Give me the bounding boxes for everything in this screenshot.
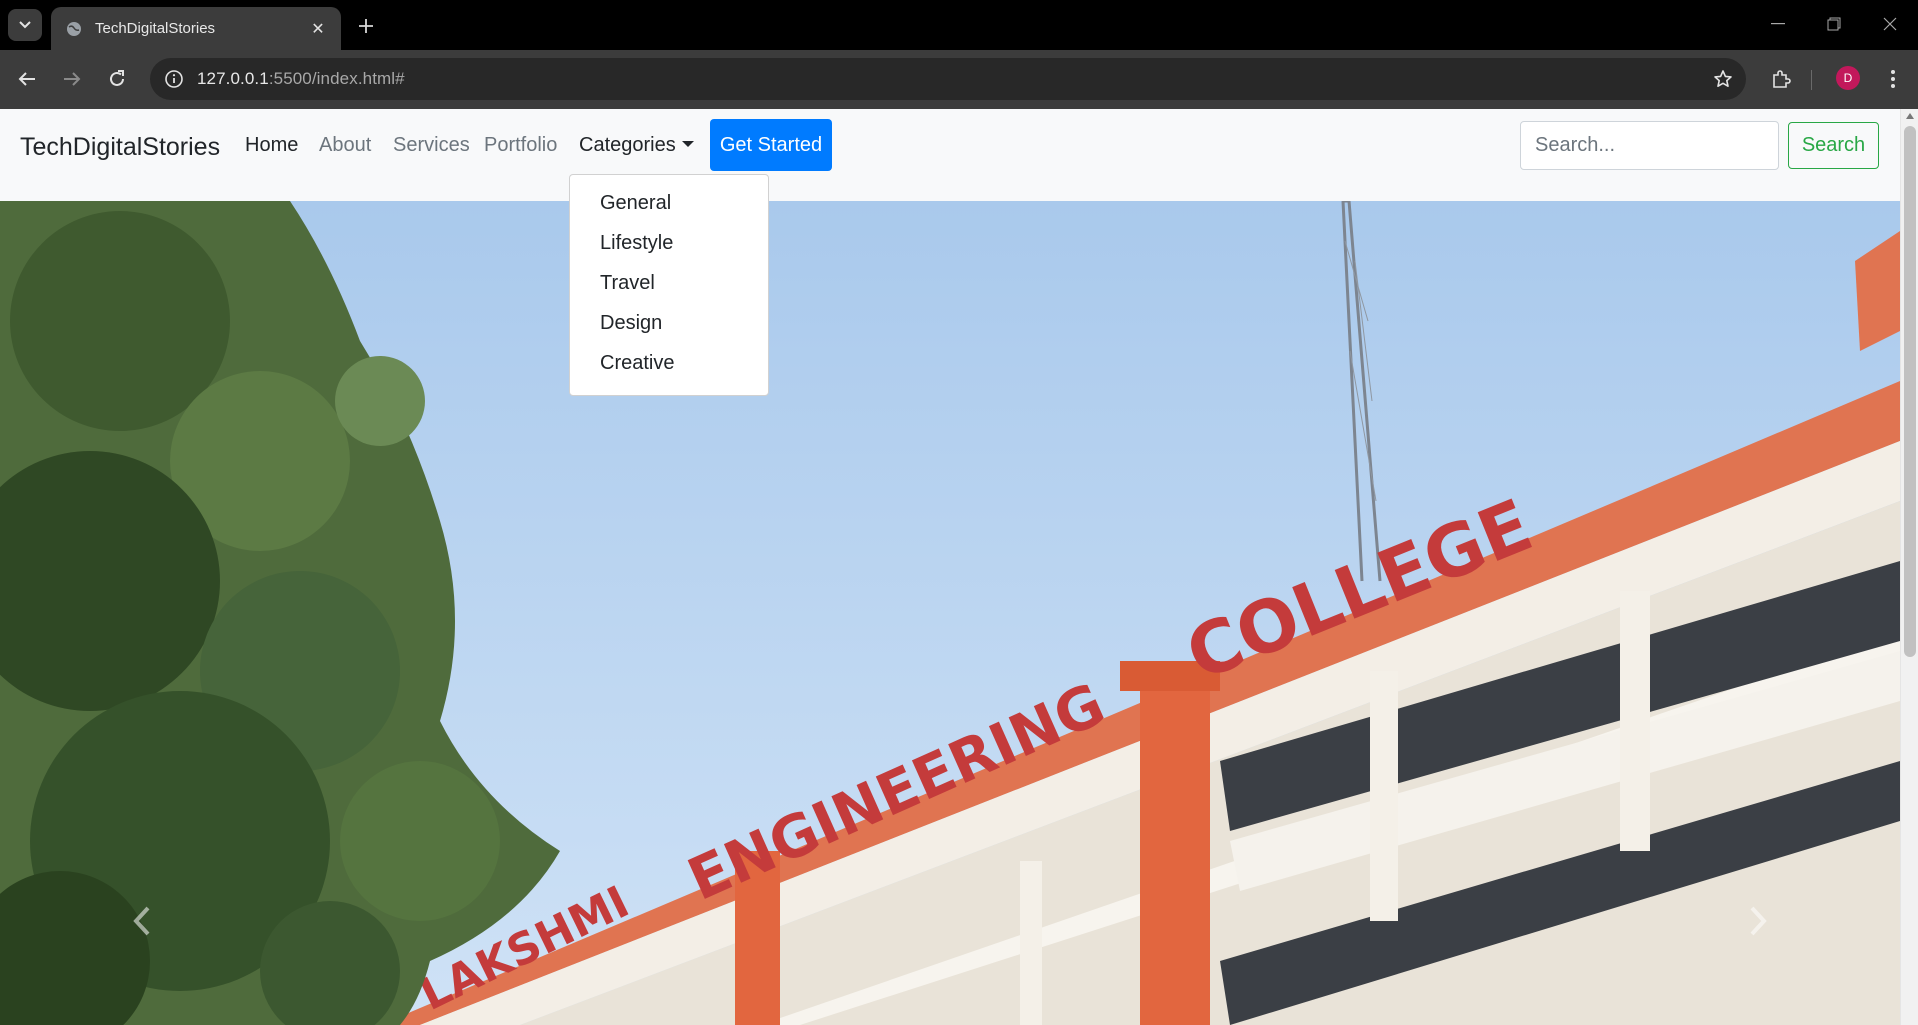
nav-link-portfolio[interactable]: Portfolio bbox=[484, 134, 557, 157]
reload-icon[interactable] bbox=[100, 62, 134, 96]
carousel-next-icon[interactable] bbox=[1738, 901, 1778, 941]
globe-icon bbox=[65, 20, 83, 38]
toolbar-divider bbox=[1811, 70, 1812, 90]
dropdown-item-general[interactable]: General bbox=[570, 183, 768, 223]
tab-title: TechDigitalStories bbox=[95, 20, 216, 37]
brand-logo[interactable]: TechDigitalStories bbox=[20, 133, 220, 162]
dropdown-item-design[interactable]: Design bbox=[570, 303, 768, 343]
nav-link-services[interactable]: Services bbox=[393, 134, 470, 157]
bookmark-star-icon[interactable] bbox=[1710, 66, 1736, 92]
categories-dropdown-menu: General Lifestyle Travel Design Creative bbox=[569, 174, 769, 396]
new-tab-icon[interactable] bbox=[352, 12, 380, 40]
tab-search-button[interactable] bbox=[8, 9, 42, 41]
profile-avatar[interactable]: D bbox=[1836, 66, 1860, 90]
url-text: 127.0.0.1:5500/index.html# bbox=[197, 69, 405, 89]
url-host: 127.0.0.1 bbox=[197, 69, 269, 88]
site-info-icon[interactable] bbox=[162, 67, 186, 91]
back-icon[interactable] bbox=[10, 62, 44, 96]
close-tab-icon[interactable]: ✕ bbox=[307, 18, 329, 40]
chevron-down-icon bbox=[19, 21, 31, 29]
search-button[interactable]: Search bbox=[1788, 122, 1879, 169]
scroll-up-arrow-icon[interactable] bbox=[1906, 113, 1914, 119]
nav-link-home[interactable]: Home bbox=[245, 134, 298, 157]
categories-dropdown-toggle[interactable]: Categories bbox=[579, 134, 694, 157]
dropdown-item-lifestyle[interactable]: Lifestyle bbox=[570, 223, 768, 263]
page-viewport: TechDigitalStories Home About Services P… bbox=[0, 109, 1918, 1025]
carousel-image-college-building: COLLEGE ENGINEERING LAKSHMI bbox=[0, 201, 1900, 1025]
categories-label: Categories bbox=[579, 134, 676, 156]
url-path: :5500/index.html# bbox=[268, 69, 405, 88]
close-window-icon[interactable] bbox=[1862, 0, 1918, 48]
restore-icon[interactable] bbox=[1806, 0, 1862, 48]
site-navbar: TechDigitalStories Home About Services P… bbox=[0, 109, 1900, 201]
dropdown-item-travel[interactable]: Travel bbox=[570, 263, 768, 303]
extensions-icon[interactable] bbox=[1764, 62, 1798, 96]
kebab-menu-icon[interactable] bbox=[1876, 62, 1910, 96]
minimize-icon[interactable] bbox=[1750, 0, 1806, 48]
carousel-prev-icon[interactable] bbox=[122, 901, 162, 941]
forward-icon[interactable] bbox=[55, 62, 89, 96]
hero-carousel: COLLEGE ENGINEERING LAKSHMI bbox=[0, 201, 1900, 1025]
page-scrollbar[interactable] bbox=[1900, 109, 1918, 1025]
caret-down-icon bbox=[681, 141, 694, 147]
browser-tab[interactable]: TechDigitalStories ✕ bbox=[51, 7, 341, 50]
browser-toolbar: 127.0.0.1:5500/index.html# D bbox=[0, 50, 1918, 109]
scrollbar-thumb[interactable] bbox=[1904, 126, 1916, 657]
browser-tab-strip: TechDigitalStories ✕ bbox=[0, 0, 1918, 50]
dropdown-item-creative[interactable]: Creative bbox=[570, 343, 768, 383]
nav-link-about[interactable]: About bbox=[319, 134, 371, 157]
address-bar[interactable]: 127.0.0.1:5500/index.html# bbox=[150, 58, 1746, 100]
get-started-button[interactable]: Get Started bbox=[710, 119, 832, 171]
search-input[interactable] bbox=[1520, 121, 1779, 170]
